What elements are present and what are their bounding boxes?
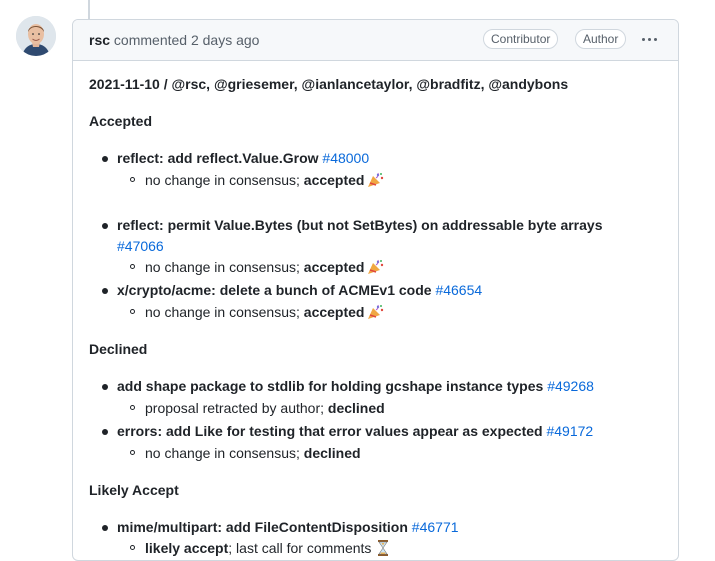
issue-link[interactable]: #46654	[435, 282, 482, 298]
comment-action: commented	[113, 32, 188, 48]
author-link[interactable]: rsc	[89, 32, 110, 48]
list-item: x/crypto/acme: delete a bunch of ACMEv1 …	[117, 282, 482, 298]
proposal-title: reflect: add reflect.Value.Grow	[117, 150, 319, 166]
comment-meta: rsc commented 2 days ago	[89, 32, 259, 48]
party-popper-icon	[368, 259, 384, 274]
list-item: reflect: add reflect.Value.Grow #48000	[117, 150, 369, 166]
kebab-horizontal-icon[interactable]	[639, 29, 661, 49]
list-item: errors: add Like for testing that error …	[117, 423, 593, 439]
issue-link[interactable]: #49172	[546, 423, 593, 439]
list-item: mime/multipart: add FileContentDispositi…	[117, 519, 459, 535]
status-note: proposal retracted by author; declined	[145, 400, 385, 416]
proposal-title: errors: add Like for testing that error …	[117, 423, 543, 439]
comment-header: rsc commented 2 days ago Contributor Aut…	[73, 20, 678, 61]
issue-link[interactable]: #49268	[547, 378, 594, 394]
status-note: likely accept; last call for comments	[145, 540, 392, 556]
timeline-line	[88, 0, 90, 20]
proposal-title: mime/multipart: add FileContentDispositi…	[117, 519, 408, 535]
issue-link[interactable]: #48000	[322, 150, 369, 166]
party-popper-icon	[368, 304, 384, 319]
issue-link[interactable]: #46771	[412, 519, 459, 535]
avatar[interactable]	[16, 16, 56, 56]
status-note: no change in consensus; accepted	[145, 172, 385, 188]
list-item: reflect: permit Value.Bytes (but not Set…	[117, 217, 603, 233]
issue-link-wrap: #47066	[117, 238, 164, 254]
section-heading: Accepted	[89, 113, 153, 129]
status-note: no change in consensus; accepted	[145, 304, 385, 320]
section-heading: Declined	[89, 341, 148, 357]
status-note: no change in consensus; declined	[145, 445, 361, 461]
list-item: add shape package to stdlib for holding …	[117, 378, 594, 394]
contributor-badge: Contributor	[483, 29, 559, 49]
meeting-attendees: 2021-11-10 / @rsc, @griesemer, @ianlance…	[89, 76, 569, 92]
comment-box: rsc commented 2 days ago Contributor Aut…	[72, 19, 679, 561]
status-note: no change in consensus; accepted	[145, 259, 385, 275]
proposal-title: reflect: permit Value.Bytes (but not Set…	[117, 217, 603, 233]
comment-timestamp[interactable]: 2 days ago	[191, 32, 260, 48]
section-heading: Likely Accept	[89, 482, 179, 498]
proposal-title: x/crypto/acme: delete a bunch of ACMEv1 …	[117, 282, 432, 298]
hourglass-icon	[378, 540, 389, 556]
issue-link[interactable]: #47066	[117, 238, 164, 254]
author-badge: Author	[575, 29, 627, 49]
party-popper-icon	[368, 172, 384, 187]
proposal-title: add shape package to stdlib for holding …	[117, 378, 544, 394]
